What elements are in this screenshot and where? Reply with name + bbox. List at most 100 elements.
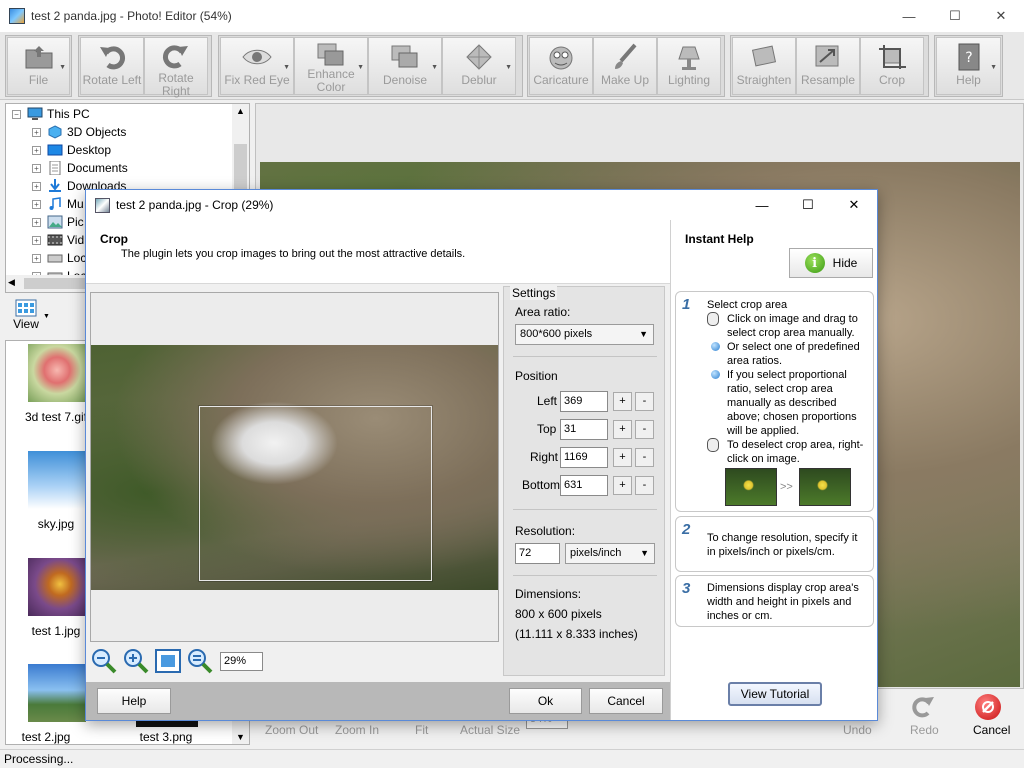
dialog-cancel-button[interactable]: Cancel <box>589 688 663 714</box>
top-decrement-button[interactable]: - <box>635 420 654 439</box>
maximize-icon[interactable]: ☐ <box>785 190 831 220</box>
bottom-increment-button[interactable]: + <box>613 476 632 495</box>
top-increment-button[interactable]: + <box>613 420 632 439</box>
example-after-image <box>799 468 851 506</box>
expand-icon[interactable]: + <box>32 235 41 245</box>
bottom-decrement-button[interactable]: - <box>635 476 654 495</box>
tree-item-this-pc[interactable]: − This PC <box>12 105 90 123</box>
thumbnail-image[interactable] <box>28 664 86 722</box>
zoom-out-button[interactable]: Zoom Out <box>265 723 318 737</box>
resolution-unit-select[interactable]: pixels/inch ▼ <box>565 543 655 564</box>
left-decrement-button[interactable]: - <box>635 392 654 411</box>
tree-item-local-disk[interactable]: + Loc <box>32 249 86 267</box>
header-title: Crop <box>100 232 128 246</box>
hide-help-button[interactable]: i Hide <box>789 248 873 278</box>
help-button[interactable]: ? Help ▼ <box>936 37 1001 95</box>
minimize-icon[interactable]: — <box>886 0 932 32</box>
left-increment-button[interactable]: + <box>613 392 632 411</box>
straighten-button[interactable]: Straighten <box>732 37 796 95</box>
resolution-input[interactable]: 72 <box>515 543 560 564</box>
fit-button[interactable]: Fit <box>415 723 428 737</box>
redo-button[interactable]: Redo <box>910 723 939 737</box>
maximize-icon[interactable]: ☐ <box>932 0 978 32</box>
right-input[interactable]: 1169 <box>560 447 608 468</box>
scroll-up-icon[interactable]: ▲ <box>232 104 249 118</box>
thumbnail-label[interactable]: test 2.jpg <box>6 730 86 744</box>
right-decrement-button[interactable]: - <box>635 448 654 467</box>
undo-button[interactable]: Undo <box>843 723 872 737</box>
divider <box>513 575 657 576</box>
bottom-input[interactable]: 631 <box>560 475 608 496</box>
crop-canvas[interactable] <box>90 292 499 642</box>
zoom-out-icon[interactable] <box>90 648 118 674</box>
redo-icon[interactable] <box>910 694 936 720</box>
cancel-button[interactable]: Cancel <box>973 723 1010 737</box>
denoise-button[interactable]: Denoise ▼ <box>368 37 442 95</box>
dropdown-arrow-icon: ▼ <box>59 64 66 71</box>
actual-size-button[interactable]: Actual Size <box>460 723 520 737</box>
area-ratio-select[interactable]: 800*600 pixels ▼ <box>515 324 654 345</box>
dialog-zoom-field[interactable]: 29% <box>220 651 263 671</box>
top-label: Top <box>537 422 557 436</box>
scroll-down-icon[interactable]: ▼ <box>232 732 249 742</box>
thumbnail-image[interactable] <box>28 451 86 509</box>
expand-icon[interactable]: + <box>32 145 41 155</box>
expand-icon[interactable]: + <box>32 199 41 209</box>
expand-icon[interactable]: + <box>32 217 41 227</box>
tree-item-music[interactable]: + Mu <box>32 195 84 213</box>
cancel-icon[interactable] <box>975 694 1001 720</box>
zoom-in-icon[interactable] <box>122 648 150 674</box>
ok-button[interactable]: Ok <box>509 688 582 714</box>
expand-icon[interactable]: + <box>32 127 41 137</box>
top-input[interactable]: 31 <box>560 419 608 440</box>
expand-icon[interactable]: + <box>32 181 41 191</box>
fix-red-eye-button[interactable]: Fix Red Eye ▼ <box>220 37 294 95</box>
tree-item-desktop[interactable]: + Desktop <box>32 141 111 159</box>
deblur-button[interactable]: Deblur ▼ <box>442 37 516 95</box>
crop-button[interactable]: Crop <box>860 37 924 95</box>
zoom-in-button[interactable]: Zoom In <box>335 723 379 737</box>
minimize-icon[interactable]: — <box>739 190 785 220</box>
view-tutorial-button[interactable]: View Tutorial <box>728 682 822 706</box>
thumbnail-image[interactable] <box>136 721 198 727</box>
settings-panel: Area ratio: 800*600 pixels ▼ Position Le… <box>503 286 665 676</box>
grid-view-icon <box>15 299 37 317</box>
dropdown-arrow-icon[interactable]: ▼ <box>43 313 50 320</box>
thumbnail-label[interactable]: test 3.png <box>116 730 216 744</box>
tree-item-videos[interactable]: + Vid <box>32 231 84 249</box>
settings-heading: Settings <box>510 286 558 300</box>
panda-image[interactable] <box>91 345 498 590</box>
thumbnail-image[interactable] <box>28 344 86 402</box>
caricature-button[interactable]: Caricature <box>529 37 593 95</box>
bullet-icon <box>711 342 720 351</box>
actual-size-icon[interactable] <box>186 648 214 674</box>
tree-item-documents[interactable]: + Documents <box>32 159 128 177</box>
tree-item-3d-objects[interactable]: + 3D Objects <box>32 123 126 141</box>
rotate-left-button[interactable]: Rotate Left <box>80 37 144 95</box>
bullet-icon <box>711 370 720 379</box>
instant-help-pane: Instant Help i Hide 1 Select crop area C… <box>670 220 877 720</box>
thumbnail-image[interactable] <box>28 558 86 616</box>
make-up-button[interactable]: Make Up <box>593 37 657 95</box>
file-button[interactable]: File ▼ <box>7 37 70 95</box>
right-increment-button[interactable]: + <box>613 448 632 467</box>
close-icon[interactable]: ✕ <box>978 0 1024 32</box>
expand-icon[interactable]: + <box>32 253 41 263</box>
help-step-3: 3 Dimensions display crop area's width a… <box>675 575 874 627</box>
svg-text:?: ? <box>965 50 972 66</box>
close-icon[interactable]: ✕ <box>831 190 877 220</box>
info-icon: i <box>804 253 825 273</box>
scroll-left-icon[interactable]: ◀ <box>8 277 15 288</box>
tree-item-pictures[interactable]: + Pic <box>32 213 84 231</box>
enhance-color-button[interactable]: Enhance Color ▼ <box>294 37 368 95</box>
fit-to-window-icon[interactable] <box>154 648 182 674</box>
expand-icon[interactable]: + <box>32 163 41 173</box>
view-button[interactable]: View <box>9 299 43 333</box>
collapse-icon[interactable]: − <box>12 109 21 119</box>
crop-selection[interactable] <box>199 406 432 581</box>
dialog-help-button[interactable]: Help <box>97 688 171 714</box>
left-input[interactable]: 369 <box>560 391 608 412</box>
resample-button[interactable]: Resample <box>796 37 860 95</box>
lighting-button[interactable]: Lighting <box>657 37 721 95</box>
rotate-right-button[interactable]: Rotate Right <box>144 37 208 98</box>
